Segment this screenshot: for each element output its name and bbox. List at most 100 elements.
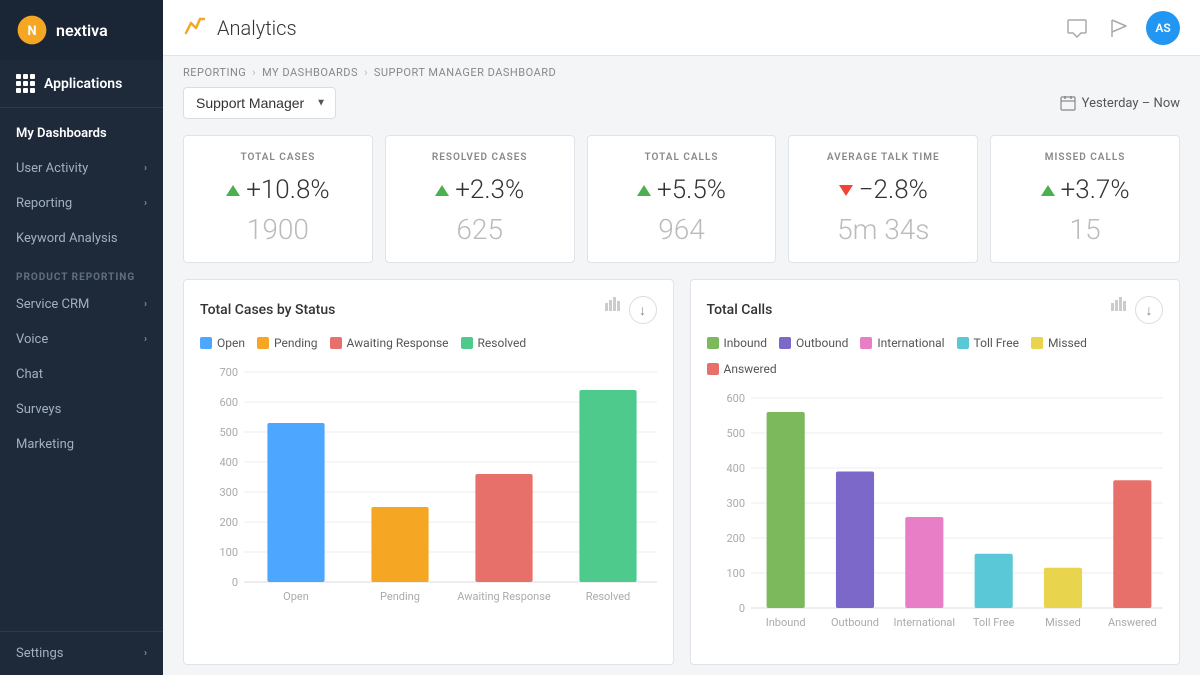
breadcrumb: REPORTING › MY DASHBOARDS › SUPPORT MANA… <box>183 56 1180 87</box>
sidebar-item-marketing[interactable]: Marketing <box>0 427 163 462</box>
dashboard-controls: Support Manager Yesterday – Now <box>183 87 1180 119</box>
sidebar-item-label: User Activity <box>16 161 88 176</box>
nextiva-logo-icon: N <box>16 14 48 46</box>
sidebar-item-label: Reporting <box>16 196 72 211</box>
sidebar-item-user-activity[interactable]: User Activity › <box>0 151 163 186</box>
sidebar-nav: My Dashboards User Activity › Reporting … <box>0 108 163 631</box>
legend-item: International <box>860 336 944 350</box>
x-axis-label: Answered <box>1107 616 1156 629</box>
svg-text:700: 700 <box>219 366 238 379</box>
content-area: REPORTING › MY DASHBOARDS › SUPPORT MANA… <box>163 56 1200 675</box>
legend-color <box>779 337 791 349</box>
bar-rect <box>905 517 943 608</box>
legend-color <box>707 363 719 375</box>
bar-rect <box>835 472 873 609</box>
sidebar-item-voice[interactable]: Voice › <box>0 322 163 357</box>
cases-chart-actions: ↓ <box>605 296 657 324</box>
svg-text:400: 400 <box>219 456 238 469</box>
svg-text:200: 200 <box>219 516 238 529</box>
sidebar-item-reporting[interactable]: Reporting › <box>0 186 163 221</box>
metric-sub-value: 625 <box>402 213 558 246</box>
chat-icon[interactable] <box>1062 13 1092 43</box>
metric-value-row: +2.3% <box>402 175 558 205</box>
legend-color <box>1031 337 1043 349</box>
metric-label: RESOLVED CASES <box>402 152 558 163</box>
legend-color <box>957 337 969 349</box>
breadcrumb-item-dashboards[interactable]: MY DASHBOARDS <box>262 66 358 79</box>
apps-label: Applications <box>44 76 122 92</box>
bar-chart-svg: 0100200300400500600InboundOutboundIntern… <box>707 388 1164 648</box>
logo[interactable]: N nextiva <box>0 0 163 60</box>
avatar[interactable]: AS <box>1146 11 1180 45</box>
calls-chart-title: Total Calls <box>707 302 773 318</box>
bar-rect <box>1113 480 1151 608</box>
legend-item: Outbound <box>779 336 848 350</box>
svg-text:0: 0 <box>738 602 744 615</box>
legend-label: Open <box>217 336 245 350</box>
legend-item: Missed <box>1031 336 1087 350</box>
breadcrumb-separator: › <box>364 66 368 79</box>
bar-rect <box>267 423 324 582</box>
calls-chart-card: Total Calls ↓ Inbound Outbound Internation… <box>690 279 1181 665</box>
breadcrumb-item-reporting[interactable]: REPORTING <box>183 66 246 79</box>
x-axis-label: Inbound <box>765 616 805 629</box>
sidebar-item-chat[interactable]: Chat <box>0 357 163 392</box>
legend-item: Open <box>200 336 245 350</box>
apps-menu[interactable]: Applications <box>0 60 163 108</box>
sidebar-item-service-crm[interactable]: Service CRM › <box>0 287 163 322</box>
legend-label: Missed <box>1048 336 1087 350</box>
legend-item: Inbound <box>707 336 767 350</box>
sidebar-item-label: Keyword Analysis <box>16 231 118 246</box>
svg-text:300: 300 <box>726 497 745 510</box>
legend-label: Answered <box>724 362 777 376</box>
metric-card-total-calls: TOTAL CALLS +5.5% 964 <box>587 135 777 263</box>
metric-sub-value: 1900 <box>200 213 356 246</box>
trend-up-icon <box>1041 185 1055 196</box>
bar-rect <box>974 554 1012 608</box>
calls-chart-bar-icon[interactable] <box>1111 296 1127 324</box>
calls-chart-download[interactable]: ↓ <box>1135 296 1163 324</box>
calendar-icon <box>1060 95 1076 111</box>
x-axis-label: Awaiting Response <box>457 590 551 603</box>
metric-sub-value: 964 <box>604 213 760 246</box>
chevron-down-icon: › <box>144 163 147 174</box>
metric-card-total-cases: TOTAL CASES +10.8% 1900 <box>183 135 373 263</box>
svg-text:N: N <box>27 24 36 39</box>
sidebar-item-label: Voice <box>16 332 48 347</box>
trend-up-icon <box>435 185 449 196</box>
chevron-down-icon: › <box>144 198 147 209</box>
metric-card-average-talk-time: AVERAGE TALK TIME −2.8% 5m 34s <box>788 135 978 263</box>
cases-chart-download[interactable]: ↓ <box>629 296 657 324</box>
svg-text:600: 600 <box>726 392 745 405</box>
legend-color <box>257 337 269 349</box>
date-range-label: Yesterday – Now <box>1082 96 1180 111</box>
x-axis-label: International <box>893 616 955 629</box>
legend-color <box>200 337 212 349</box>
sidebar: N nextiva Applications My Dashboards Use… <box>0 0 163 675</box>
sidebar-item-surveys[interactable]: Surveys <box>0 392 163 427</box>
calls-chart-header: Total Calls ↓ <box>707 296 1164 324</box>
breadcrumb-item-support-manager[interactable]: SUPPORT MANAGER DASHBOARD <box>374 66 556 79</box>
cases-chart-legend: OpenPendingAwaiting ResponseResolved <box>200 336 657 350</box>
bar-rect <box>475 474 532 582</box>
calls-chart-actions: ↓ <box>1111 296 1163 324</box>
legend-label: Pending <box>274 336 318 350</box>
x-axis-label: Outbound <box>830 616 878 629</box>
sidebar-item-keyword-analysis[interactable]: Keyword Analysis <box>0 221 163 256</box>
legend-color <box>330 337 342 349</box>
svg-text:600: 600 <box>219 396 238 409</box>
dashboard-select[interactable]: Support Manager <box>183 87 336 119</box>
metric-change: +2.3% <box>455 175 524 205</box>
cases-chart-bar-icon[interactable] <box>605 296 621 324</box>
svg-text:500: 500 <box>726 427 745 440</box>
page-title: Analytics <box>217 16 297 40</box>
sidebar-item-label: Service CRM <box>16 297 89 312</box>
bar-chart-svg: 0100200300400500600700OpenPendingAwaitin… <box>200 362 657 622</box>
sidebar-item-my-dashboards[interactable]: My Dashboards <box>0 116 163 151</box>
svg-text:0: 0 <box>232 576 238 589</box>
date-range-picker[interactable]: Yesterday – Now <box>1060 95 1180 111</box>
metric-sub-value: 15 <box>1007 213 1163 246</box>
flag-icon[interactable] <box>1104 13 1134 43</box>
cases-chart-title: Total Cases by Status <box>200 302 335 318</box>
settings-menu[interactable]: Settings › <box>0 631 163 675</box>
